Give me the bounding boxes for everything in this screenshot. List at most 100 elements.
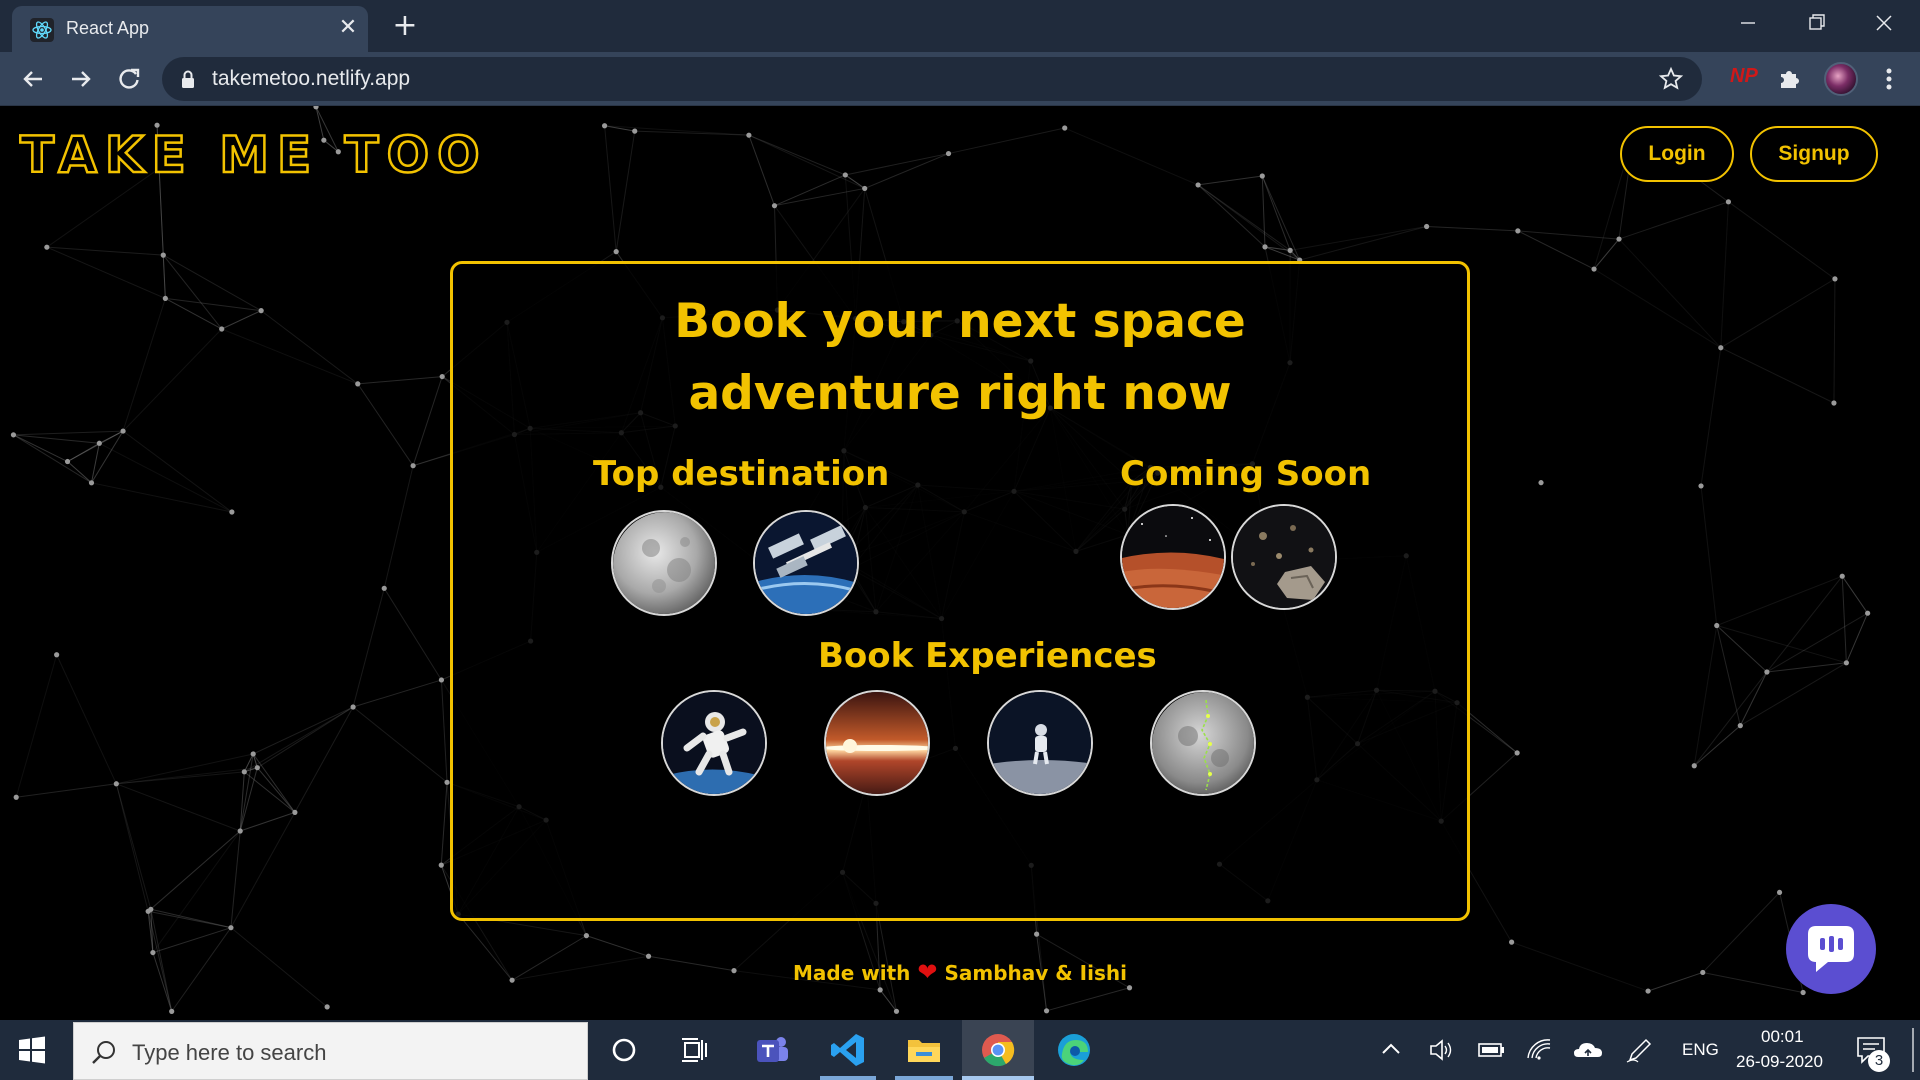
web-page: TAKE ME TOO Login Signup Book your next …: [0, 106, 1920, 1020]
network-link: [845, 174, 865, 189]
minimize-icon[interactable]: [1728, 8, 1768, 38]
network-link: [13, 430, 124, 436]
taskbar-search-box[interactable]: Type here to search: [73, 1022, 588, 1080]
network-link: [774, 174, 846, 207]
network-node: [1764, 669, 1770, 675]
network-node: [601, 123, 608, 129]
pen-workspace-icon[interactable]: [1624, 1030, 1654, 1070]
back-arrow-icon[interactable]: [18, 64, 48, 94]
bookmark-star-icon[interactable]: [1658, 66, 1684, 92]
network-node: [241, 769, 247, 775]
extension-np-icon[interactable]: NP: [1730, 65, 1758, 88]
address-bar[interactable]: takemetoo.netlify.app: [162, 57, 1702, 101]
forward-arrow-icon[interactable]: [66, 64, 96, 94]
browser-tab-active[interactable]: React App ✕: [12, 6, 368, 52]
task-view-icon[interactable]: [676, 1030, 716, 1070]
network-link: [165, 297, 262, 312]
site-logo[interactable]: TAKE ME TOO: [19, 125, 488, 186]
extensions-puzzle-icon[interactable]: [1776, 65, 1804, 93]
network-link: [352, 679, 442, 708]
network-link: [1766, 612, 1868, 673]
experience-astronaut-spacewalk-image[interactable]: [661, 690, 767, 796]
reload-icon[interactable]: [114, 64, 144, 94]
network-link: [774, 187, 865, 207]
clock-time[interactable]: 00:01: [1761, 1027, 1804, 1047]
network-link: [116, 767, 258, 785]
lock-icon: [182, 70, 194, 88]
network-node: [169, 1008, 175, 1014]
chat-widget-button[interactable]: [1786, 904, 1876, 994]
coming-soon-mars-image[interactable]: [1120, 504, 1226, 610]
network-node: [150, 949, 156, 956]
network-node: [438, 677, 445, 683]
network-node: [1691, 763, 1697, 769]
react-logo-icon: [30, 18, 54, 42]
network-link: [122, 298, 166, 432]
experience-moonwalk-image[interactable]: [987, 690, 1093, 796]
browser-menu-icon[interactable]: [1876, 64, 1902, 94]
network-node: [1043, 1008, 1050, 1014]
network-link: [1693, 625, 1718, 766]
coming-soon-asteroid-image[interactable]: [1231, 504, 1337, 610]
teams-app-icon[interactable]: [752, 1030, 792, 1070]
network-link: [116, 783, 241, 832]
cortana-icon[interactable]: [604, 1030, 644, 1070]
network-node: [632, 128, 638, 134]
network-link: [257, 706, 354, 769]
browser-tab-strip: React App ✕ +: [0, 0, 1920, 52]
new-tab-button[interactable]: +: [390, 11, 420, 42]
login-button[interactable]: Login: [1620, 126, 1734, 182]
experience-sunrise-orbit-image[interactable]: [824, 690, 930, 796]
network-node: [1725, 199, 1732, 205]
experience-moon-map-image[interactable]: [1150, 690, 1256, 796]
profile-avatar[interactable]: [1824, 62, 1858, 96]
network-link: [1720, 278, 1836, 349]
clock-date[interactable]: 26-09-2020: [1736, 1052, 1823, 1072]
footer-made-with: Made with: [793, 961, 911, 985]
network-link: [1618, 238, 1722, 349]
network-link: [1720, 347, 1835, 404]
battery-icon[interactable]: [1476, 1030, 1506, 1070]
network-link: [1064, 127, 1199, 186]
network-link: [13, 434, 92, 484]
vscode-app-icon[interactable]: [828, 1030, 868, 1070]
network-node: [54, 652, 60, 658]
destination-space-station-image[interactable]: [753, 510, 859, 616]
show-hidden-icons-icon[interactable]: [1376, 1030, 1406, 1070]
volume-icon[interactable]: [1426, 1030, 1456, 1070]
close-window-icon[interactable]: [1864, 8, 1904, 38]
network-link: [357, 383, 414, 466]
destination-moon-image[interactable]: [611, 510, 717, 616]
onedrive-cloud-icon[interactable]: [1572, 1030, 1604, 1070]
tab-close-icon[interactable]: ✕: [336, 16, 360, 40]
network-link: [116, 753, 254, 785]
network-link: [260, 310, 359, 385]
input-language-indicator[interactable]: ENG: [1682, 1040, 1719, 1060]
network-link: [1299, 226, 1427, 261]
network-node: [258, 308, 264, 314]
network-link: [221, 310, 262, 330]
network-node: [1616, 236, 1622, 242]
network-node: [1831, 400, 1837, 406]
network-link: [15, 654, 58, 798]
windows-start-icon[interactable]: [18, 1036, 46, 1064]
network-link: [91, 482, 232, 513]
network-link: [1261, 175, 1291, 251]
wifi-icon[interactable]: [1524, 1030, 1554, 1070]
search-placeholder: Type here to search: [132, 1040, 327, 1065]
network-node: [120, 428, 126, 434]
network-link: [748, 134, 865, 189]
file-explorer-icon[interactable]: [904, 1030, 944, 1070]
network-node: [444, 779, 450, 785]
network-link: [13, 434, 100, 444]
hero-headline: Book your next space adventure right now: [453, 286, 1467, 430]
network-link: [748, 135, 775, 206]
edge-app-icon[interactable]: [1054, 1030, 1094, 1070]
network-link: [1593, 268, 1722, 349]
restore-icon[interactable]: [1796, 8, 1836, 38]
network-link: [615, 131, 636, 252]
network-link: [294, 706, 354, 813]
network-node: [1287, 247, 1293, 253]
network-link: [1841, 575, 1869, 614]
signup-button[interactable]: Signup: [1750, 126, 1878, 182]
